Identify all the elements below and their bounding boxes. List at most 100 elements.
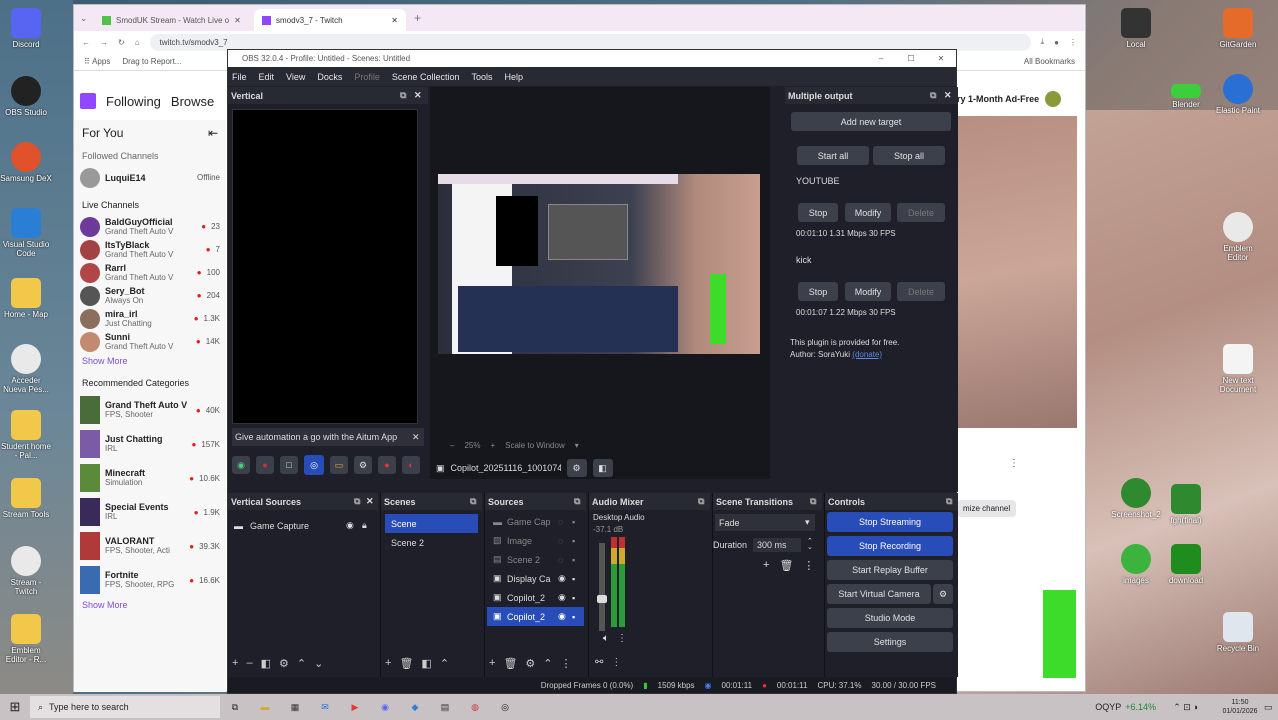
list-item[interactable]: ▬ Game Capture ◉ 🔒︎ — [228, 516, 378, 535]
eye-icon[interactable]: ◌ — [558, 517, 572, 527]
desktop-icon[interactable]: Stream Tools — [0, 478, 52, 519]
browser-tab-active[interactable]: smodv3_7 - Twitch ✕ — [254, 9, 406, 31]
youtube-icon[interactable]: ▶ — [340, 702, 370, 713]
stop-streaming-button[interactable]: Stop Streaming — [827, 512, 953, 532]
desktop-icon[interactable]: Local — [1110, 8, 1162, 49]
properties-icon[interactable]: ⚙ — [566, 459, 587, 477]
desktop-icon[interactable]: Home - Map — [0, 278, 52, 319]
replay-icon[interactable]: ◐ — [402, 456, 420, 474]
stop-icon[interactable]: □ — [280, 456, 298, 474]
more-icon[interactable]: ⋮ — [803, 559, 814, 572]
float-icon[interactable]: ⧉ — [930, 90, 944, 101]
eye-icon[interactable]: ◌ — [558, 555, 572, 565]
taskbar-search[interactable]: ⌕ Type here to search — [30, 696, 220, 718]
category-item[interactable]: Fortnite FPS, Shooter, RPG ● 16.6K — [74, 563, 226, 597]
category-item[interactable]: Just Chatting IRL ● 157K — [74, 427, 226, 461]
stop-button[interactable]: Stop — [798, 203, 838, 222]
avatar[interactable] — [1045, 91, 1062, 107]
channel-item[interactable]: BaldGuyOfficial Grand Theft Auto V ● 23 — [74, 215, 226, 238]
delete-button[interactable]: Delete — [897, 282, 945, 301]
zoom-in-icon[interactable]: + — [490, 441, 495, 450]
source-item[interactable]: ▣ Display Ca ◉ ▪ — [487, 569, 584, 588]
stop-recording-button[interactable]: Stop Recording — [827, 536, 953, 556]
float-icon[interactable]: ⧉ — [946, 496, 958, 507]
browse-link[interactable]: Browse — [171, 94, 214, 109]
forward-icon[interactable]: → — [100, 38, 108, 47]
show-more-link[interactable]: Show More — [74, 353, 226, 369]
channel-item[interactable]: Sery_Bot Always On ● 204 — [74, 284, 226, 307]
eye-icon[interactable]: ◉ — [558, 592, 572, 603]
chrome-icon[interactable]: ◍ — [460, 702, 490, 713]
task-view-icon[interactable]: ⧉ — [220, 702, 250, 713]
eye-icon[interactable]: ◉ — [346, 520, 362, 531]
browser-tab[interactable]: SmodUK Stream - Watch Live o ✕ — [94, 9, 254, 31]
stock-widget[interactable]: OQYP +6.14% — [1095, 702, 1156, 712]
menu-profile[interactable]: Profile — [354, 72, 380, 82]
close-icon[interactable]: ✕ — [926, 54, 956, 63]
move-up-icon[interactable]: ⌃ — [543, 657, 552, 670]
desktop-icon[interactable]: download — [1160, 544, 1212, 585]
menu-docks[interactable]: Docks — [317, 72, 342, 82]
following-link[interactable]: Following — [106, 94, 161, 109]
desktop-icon[interactable]: Recycle Bin — [1212, 612, 1264, 653]
vertical-preview[interactable] — [232, 109, 418, 424]
back-icon[interactable]: ← — [82, 38, 90, 47]
scene-item[interactable]: Scene 2 — [385, 533, 478, 552]
filters-icon[interactable]: ◧ — [261, 657, 271, 670]
close-icon[interactable]: ✕ — [412, 432, 424, 443]
duration-field[interactable]: 300 ms — [753, 538, 802, 552]
menu-scene-collection[interactable]: Scene Collection — [392, 72, 460, 82]
settings-icon[interactable]: ⚙ — [279, 657, 289, 670]
file-explorer-icon[interactable]: ▬ — [250, 702, 280, 712]
menu-tools[interactable]: Tools — [471, 72, 492, 82]
more-icon[interactable]: ⋮ — [1009, 458, 1019, 469]
desktop-icon[interactable]: Emblem Editor - R... — [0, 614, 52, 664]
add-icon[interactable]: + — [232, 657, 238, 670]
source-item[interactable]: ▧ Image ◌ ▪ — [487, 531, 584, 550]
filters-icon[interactable]: ◧ — [421, 657, 431, 670]
download-icon[interactable]: ⤓ — [1041, 37, 1045, 47]
float-icon[interactable]: ⧉ — [810, 496, 822, 507]
tab-search-icon[interactable]: ⌄ — [80, 13, 94, 24]
profile-icon[interactable]: ● — [1054, 38, 1059, 47]
category-item[interactable]: Minecraft Simulation ● 10.6K — [74, 461, 226, 495]
chevron-down-icon[interactable]: ▾ — [575, 441, 579, 450]
new-tab-icon[interactable]: + — [414, 11, 421, 25]
eye-icon[interactable]: ◉ — [558, 573, 572, 584]
menu-edit[interactable]: Edit — [259, 72, 275, 82]
float-icon[interactable]: ⧉ — [698, 496, 710, 507]
discord-icon[interactable]: ◉ — [370, 702, 400, 713]
trash-icon[interactable]: 🗑︎ — [399, 657, 413, 670]
desktop-icon[interactable]: Acceder Nueva Pes... — [0, 344, 52, 394]
minimize-icon[interactable]: – — [866, 54, 896, 63]
notes-icon[interactable]: ▤ — [430, 702, 460, 713]
desktop-icon[interactable]: New text Document — [1212, 344, 1264, 394]
add-icon[interactable]: + — [763, 559, 769, 572]
stop-all-button[interactable]: Stop all — [873, 146, 945, 165]
settings-icon[interactable]: ⚙ — [354, 456, 372, 474]
menu-help[interactable]: Help — [504, 72, 523, 82]
apps-icon[interactable]: ⠿ Apps — [84, 57, 110, 66]
channel-item[interactable]: Rarrl Grand Theft Auto V ● 100 — [74, 261, 226, 284]
maximize-icon[interactable]: ☐ — [896, 54, 926, 63]
settings-button[interactable]: Settings — [827, 632, 953, 652]
close-icon[interactable]: ✕ — [414, 90, 428, 101]
filters-icon[interactable]: ◧ — [592, 459, 613, 477]
channel-item[interactable]: Sunni Grand Theft Auto V ● 14K — [74, 330, 226, 353]
lock-icon[interactable]: ▪ — [572, 593, 584, 603]
channel-item[interactable]: mira_irl Just Chatting ● 1.3K — [74, 307, 226, 330]
category-item[interactable]: Special Events IRL ● 1.9K — [74, 495, 226, 529]
folder-icon[interactable]: ▭ — [330, 456, 348, 474]
source-item[interactable]: ▣ Copilot_2 ◉ ▪ — [487, 607, 584, 626]
remove-icon[interactable]: – — [246, 657, 252, 670]
more-icon[interactable]: ⋮ — [617, 633, 627, 644]
desktop-icon[interactable]: Stream - Twitch — [0, 546, 52, 596]
lock-icon[interactable]: ▪ — [572, 574, 584, 584]
donate-link[interactable]: (donate) — [852, 350, 882, 359]
move-up-icon[interactable]: ⌃ — [297, 657, 306, 670]
customize-channel-button[interactable]: mize channel — [957, 500, 1017, 517]
float-icon[interactable]: ⧉ — [400, 90, 414, 101]
eye-icon[interactable]: ◌ — [558, 536, 572, 546]
add-icon[interactable]: + — [489, 657, 495, 670]
main-preview-area[interactable]: – 25% + Scale to Window ▾ ▣ Copilot_2025… — [430, 87, 770, 479]
